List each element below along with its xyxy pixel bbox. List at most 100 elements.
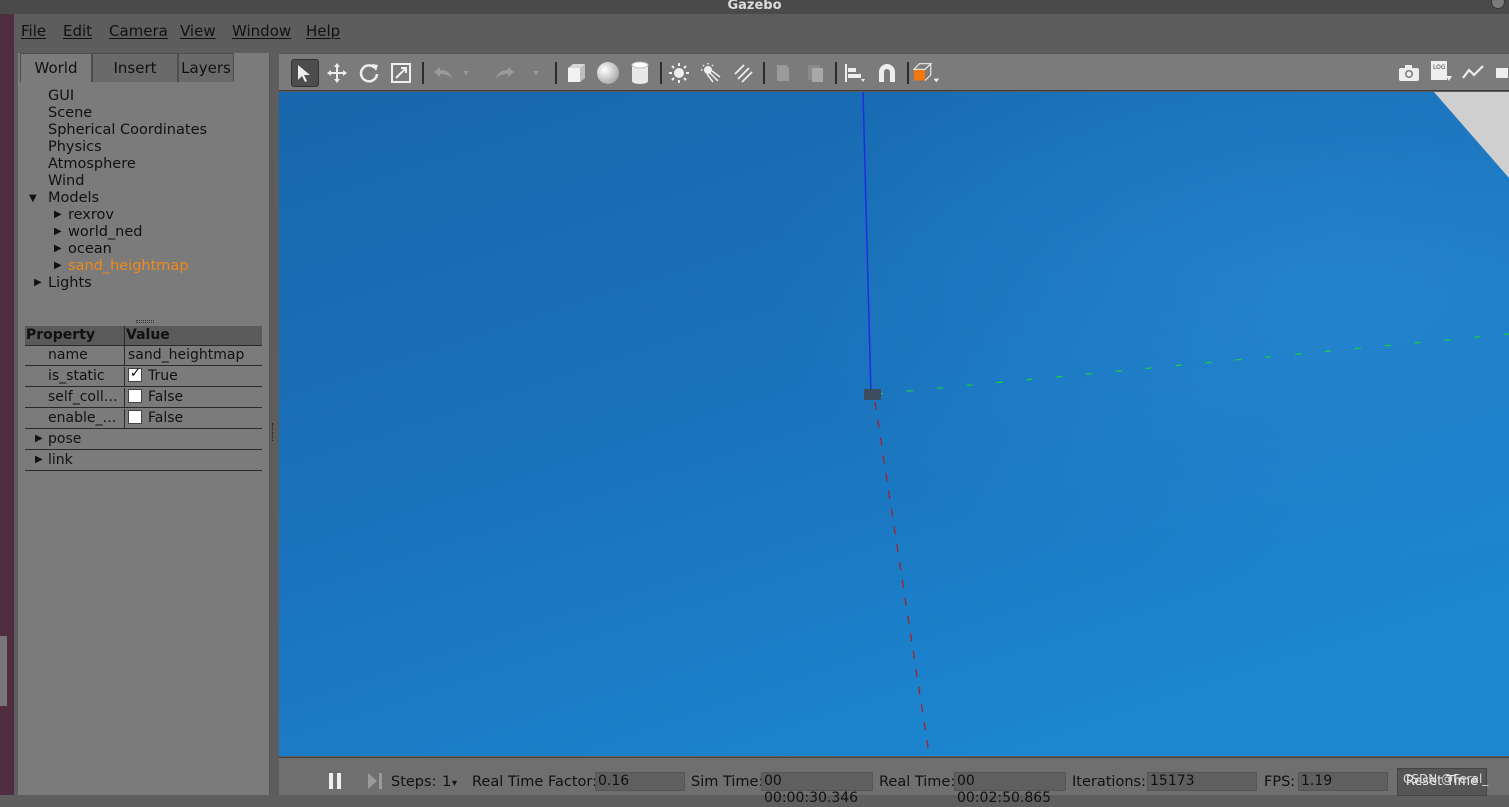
tab-insert[interactable]: Insert: [92, 53, 178, 82]
property-key: name: [48, 347, 88, 363]
scene-render: [279, 92, 1509, 756]
menu-view[interactable]: View: [180, 22, 216, 40]
real-time-field: 00 00:02:50.865: [954, 772, 1066, 806]
property-group-link[interactable]: ▶ link: [25, 451, 262, 471]
divider-grip[interactable]: [272, 423, 274, 441]
property-row-enable-wind: enable_… False: [25, 409, 262, 429]
header-property: Property: [26, 327, 96, 343]
scale-tool-icon[interactable]: [387, 59, 415, 87]
collapsed-arrow-icon[interactable]: ▶: [54, 209, 62, 220]
tab-world[interactable]: World: [20, 53, 92, 82]
menu-help[interactable]: Help: [306, 22, 340, 40]
real-time-label: Real Time:: [879, 774, 956, 790]
is-static-checkbox[interactable]: ✓: [128, 366, 142, 382]
fps-label: FPS:: [1264, 774, 1296, 790]
copy-icon[interactable]: [769, 59, 797, 87]
tree-item-scene[interactable]: Scene: [48, 105, 92, 122]
rotate-tool-icon[interactable]: [355, 59, 383, 87]
fps-field: 1.19: [1298, 772, 1388, 791]
sim-time-field: 00 00:00:30.346: [761, 772, 873, 806]
surface-highlight: [279, 92, 1509, 756]
panel-splitter-handle[interactable]: [136, 320, 154, 323]
video-record-icon[interactable]: [1491, 59, 1509, 87]
title-bar: Gazebo: [0, 0, 1509, 14]
property-group-pose[interactable]: ▶ pose: [25, 430, 262, 450]
tree-model-rexrov[interactable]: rexrov: [68, 207, 114, 224]
cylinder-icon[interactable]: [626, 59, 654, 87]
step-icon[interactable]: [366, 772, 384, 790]
self-collide-value: False: [148, 389, 184, 405]
redo-dropdown-icon[interactable]: ▾: [529, 59, 543, 87]
menu-edit[interactable]: Edit: [63, 22, 92, 40]
tab-layers[interactable]: Layers: [178, 53, 234, 82]
panel-divider[interactable]: [270, 53, 278, 795]
tree-model-world-ned[interactable]: world_ned: [68, 224, 143, 241]
tree-model-ocean[interactable]: ocean: [68, 241, 112, 258]
align-icon[interactable]: [841, 59, 869, 87]
redo-icon[interactable]: [491, 59, 519, 87]
collapsed-arrow-icon[interactable]: ▶: [54, 243, 62, 254]
property-key: is_static: [48, 368, 105, 384]
window-title: Gazebo: [727, 0, 782, 13]
menu-window[interactable]: Window: [232, 22, 291, 40]
property-name-value[interactable]: sand_heightmap: [128, 347, 244, 363]
translate-tool-icon[interactable]: [323, 59, 351, 87]
enable-wind-checkbox[interactable]: [128, 410, 142, 424]
collapsed-arrow-icon[interactable]: ▶: [35, 454, 43, 465]
collapsed-arrow-icon[interactable]: ▶: [54, 226, 62, 237]
box-icon[interactable]: [562, 59, 590, 87]
model-origin-marker[interactable]: [864, 389, 881, 400]
bottom-status-bar: Steps: 1 ▾ Real Time Factor: 0.16 Sim Ti…: [279, 757, 1509, 806]
log-icon[interactable]: LOG: [1427, 59, 1455, 87]
enable-wind-value: False: [148, 410, 184, 426]
rtf-field: 0.16: [595, 772, 685, 791]
tree-item-physics[interactable]: Physics: [48, 139, 102, 156]
undo-icon[interactable]: [429, 59, 457, 87]
tree-item-spherical-coordinates[interactable]: Spherical Coordinates: [48, 122, 207, 139]
select-tool-icon[interactable]: [291, 59, 319, 87]
steps-label: Steps:: [391, 774, 437, 790]
undo-dropdown-icon[interactable]: ▾: [459, 59, 473, 87]
collapsed-arrow-icon[interactable]: ▶: [35, 433, 43, 444]
tree-item-models[interactable]: Models: [48, 190, 99, 207]
tree-item-lights[interactable]: Lights: [48, 275, 92, 292]
steps-value[interactable]: 1: [442, 774, 451, 790]
is-static-value: True: [148, 368, 178, 384]
tree-item-gui[interactable]: GUI: [48, 88, 74, 105]
menu-file[interactable]: File: [21, 22, 46, 40]
rtf-label: Real Time Factor:: [472, 774, 597, 790]
paste-icon[interactable]: [801, 59, 829, 87]
toolbar: ▾ ▾ LOG: [279, 53, 1509, 91]
spot-light-icon[interactable]: [697, 59, 725, 87]
self-collide-checkbox[interactable]: [128, 389, 142, 403]
collapsed-arrow-icon[interactable]: ▶: [34, 277, 42, 288]
screenshot-icon[interactable]: [1395, 59, 1423, 87]
menu-bar: File Edit Camera View Window Help: [14, 14, 1509, 48]
3d-viewport[interactable]: [279, 92, 1509, 756]
menu-camera[interactable]: Camera: [109, 22, 168, 40]
pause-icon[interactable]: [328, 772, 344, 790]
plot-icon[interactable]: [1459, 59, 1487, 87]
snap-icon[interactable]: [873, 59, 901, 87]
property-key: self_coll…: [48, 389, 118, 405]
view-angle-icon[interactable]: [913, 59, 941, 87]
sphere-icon[interactable]: [594, 59, 622, 87]
steps-dropdown-icon[interactable]: ▾: [452, 778, 457, 789]
expanded-arrow-icon[interactable]: ▼: [29, 193, 37, 204]
property-row-self-collide: self_coll… False: [25, 388, 262, 408]
directional-light-icon[interactable]: [729, 59, 757, 87]
watermark-text: CSDN @Feral_: [1403, 772, 1489, 786]
tree-item-wind[interactable]: Wind: [48, 173, 84, 190]
iterations-field: 15173: [1147, 772, 1257, 791]
tree-item-atmosphere[interactable]: Atmosphere: [48, 156, 136, 173]
header-value: Value: [126, 327, 170, 343]
property-key: enable_…: [48, 410, 117, 426]
dock-handle: [0, 636, 7, 706]
collapsed-arrow-icon[interactable]: ▶: [54, 260, 62, 271]
group-label: pose: [48, 431, 82, 447]
property-row-name: name sand_heightmap: [25, 346, 262, 366]
point-light-icon[interactable]: [665, 59, 693, 87]
property-row-is-static: is_static ✓ True: [25, 366, 262, 387]
sim-time-label: Sim Time:: [691, 774, 764, 790]
tree-model-sand-heightmap[interactable]: sand_heightmap: [68, 258, 189, 275]
